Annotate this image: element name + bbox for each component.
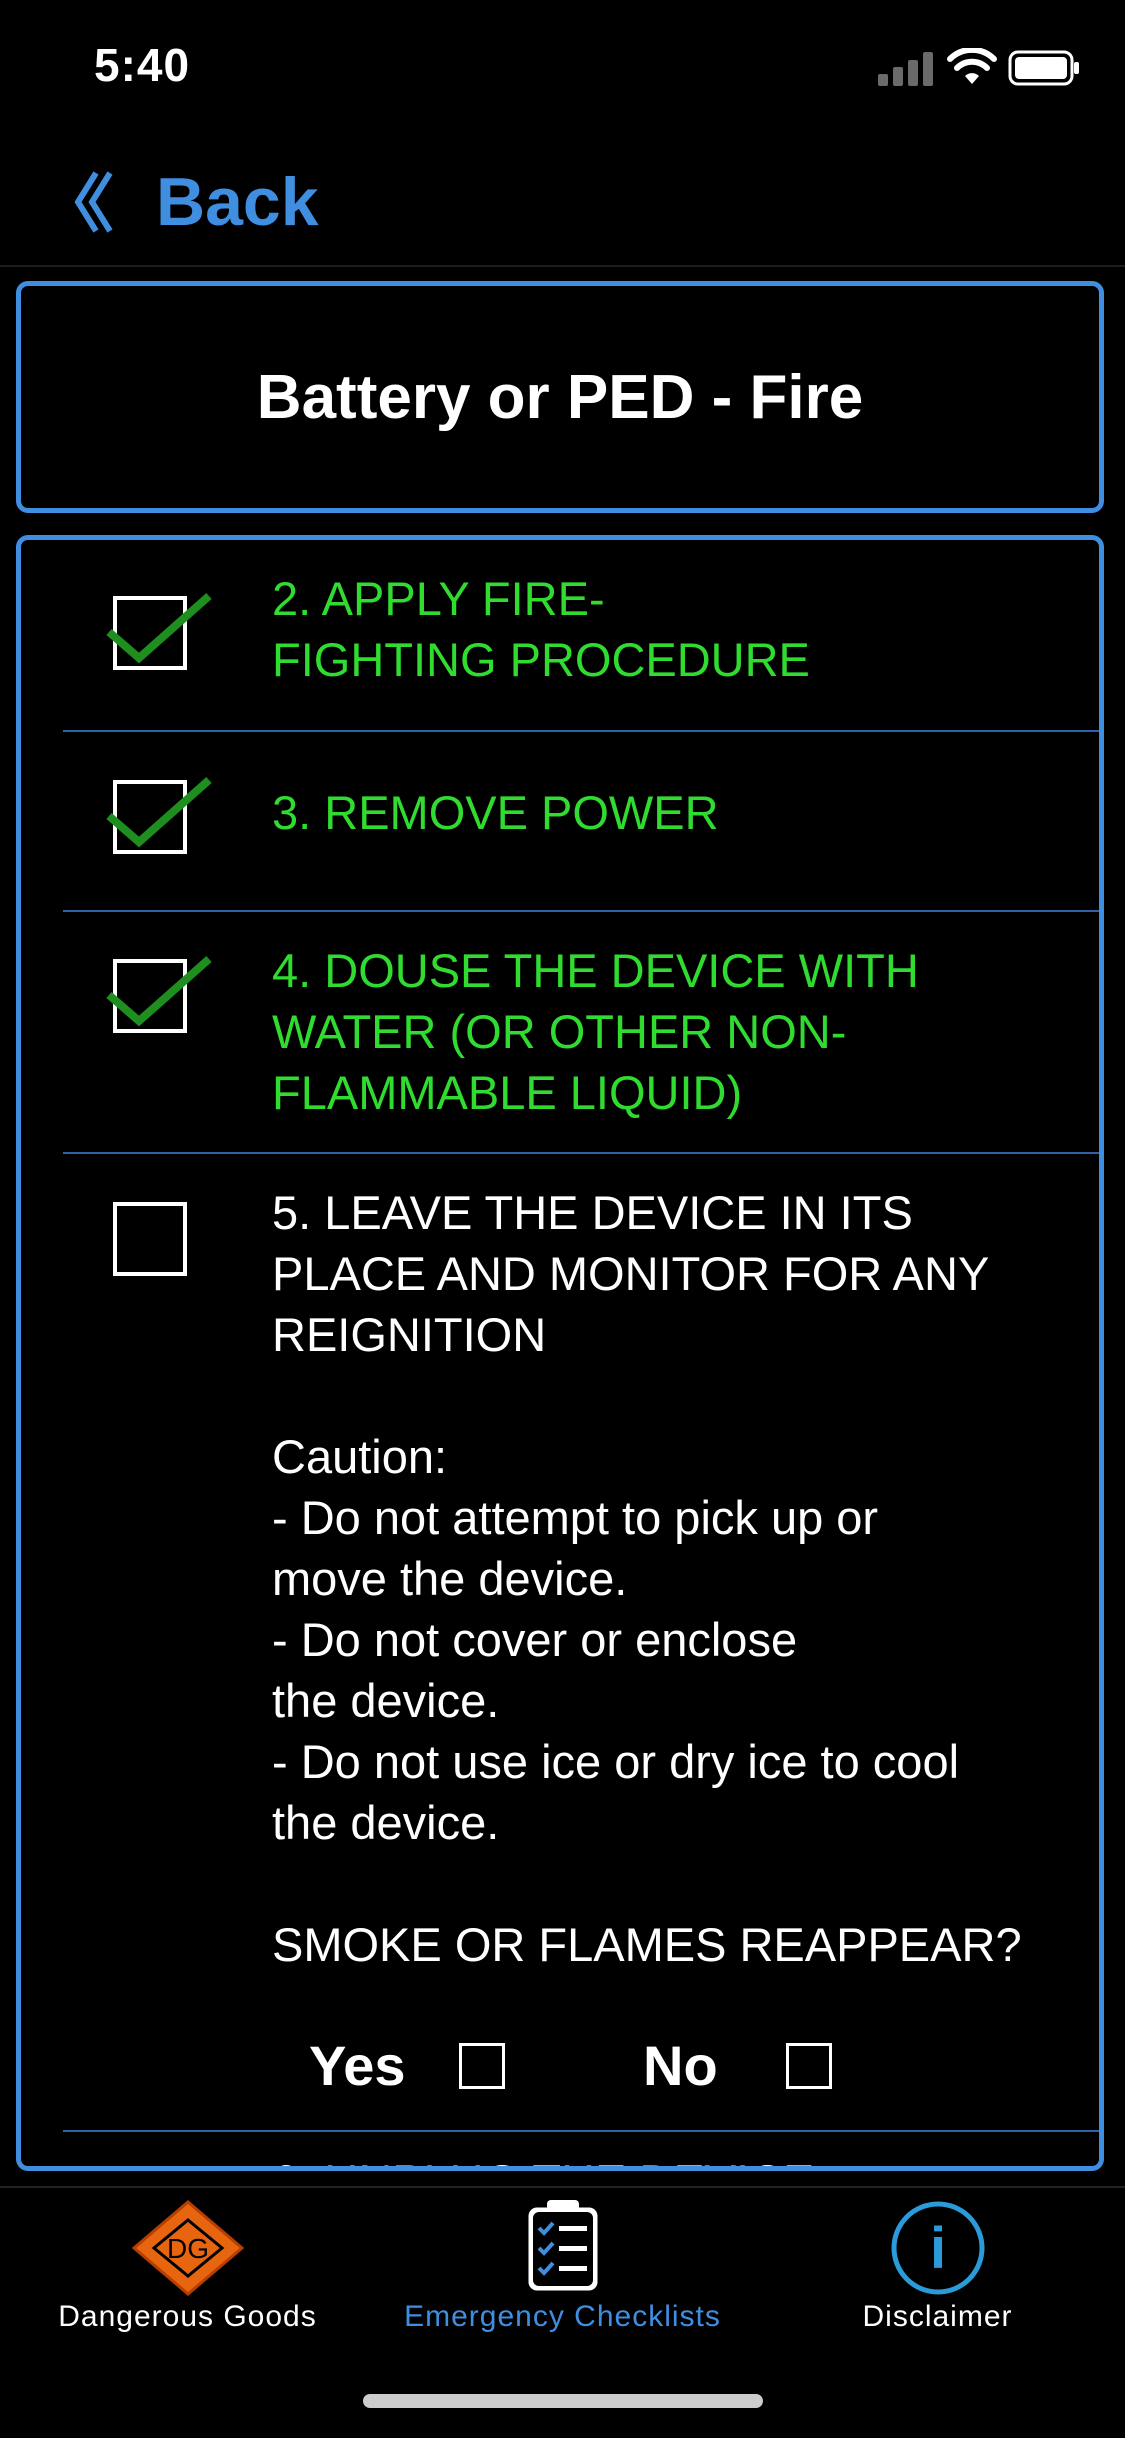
tab-emergency-checklists[interactable]: Emergency Checklists [375, 2188, 750, 2348]
status-time: 5:40 [94, 39, 191, 91]
step-checkbox[interactable] [106, 956, 212, 1033]
double-chevron-left-icon [74, 171, 113, 233]
wifi-icon [947, 48, 997, 84]
checklist-row: 5. LEAVE THE DEVICE IN ITS PLACE AND MON… [63, 1152, 1099, 2132]
status-bar: 5:40 [0, 0, 1125, 140]
step-checkbox[interactable] [106, 777, 212, 854]
svg-text:i: i [929, 2216, 945, 2281]
dg-diamond-icon: DG [131, 2200, 244, 2296]
back-label: Back [156, 164, 319, 240]
checkmark-icon [106, 777, 212, 848]
svg-text:DG: DG [167, 2233, 209, 2264]
yes-label: Yes [309, 2034, 406, 2097]
tab-disclaimer[interactable]: i Disclaimer [750, 2188, 1125, 2348]
tab-label: Emergency Checklists [404, 2300, 721, 2333]
yes-checkbox[interactable] [459, 2043, 505, 2089]
navigation-bar: Back [0, 140, 1125, 267]
checkmark-icon [106, 593, 212, 664]
info-icon: i [891, 2201, 984, 2295]
step-text: 3. REMOVE POWER [272, 786, 719, 839]
checklist-row: 2. APPLY FIRE- FIGHTING PROCEDURE [63, 540, 1099, 732]
no-label: No [643, 2034, 718, 2097]
checklist-row: 4. DOUSE THE DEVICE WITH WATER (OR OTHER… [63, 910, 1099, 1154]
step-text: 2. APPLY FIRE- FIGHTING PROCEDURE [272, 572, 810, 686]
tab-dangerous-goods[interactable]: DG Dangerous Goods [0, 2188, 375, 2348]
tab-label: Disclaimer [862, 2300, 1013, 2333]
checklist-icon [525, 2200, 600, 2294]
back-button[interactable]: Back [70, 162, 319, 242]
checklist-title-box: Battery or PED - Fire [16, 281, 1104, 513]
tab-label: Dangerous Goods [58, 2300, 317, 2333]
step-text: 5. LEAVE THE DEVICE IN ITS PLACE AND MON… [272, 1186, 1022, 1971]
reappear-answer-row: Yes No [21, 2031, 1067, 2101]
next-step-text: 6. UNPLUG THE DEVICE [272, 2154, 814, 2166]
no-checkbox[interactable] [786, 2043, 832, 2089]
step-checkbox[interactable] [113, 1202, 187, 1276]
home-indicator [363, 2394, 763, 2408]
checklist-row: 3. REMOVE POWER [63, 730, 1099, 912]
cellular-signal-icon [878, 52, 934, 86]
checklist-title: Battery or PED - Fire [256, 362, 864, 432]
battery-icon [1008, 50, 1079, 86]
checkmark-icon [106, 956, 212, 1027]
step-checkbox[interactable] [106, 593, 212, 670]
step-text: 4. DOUSE THE DEVICE WITH WATER (OR OTHER… [272, 944, 919, 1119]
checklist-panel: 2. APPLY FIRE- FIGHTING PROCEDURE 3. REM… [16, 535, 1104, 2171]
